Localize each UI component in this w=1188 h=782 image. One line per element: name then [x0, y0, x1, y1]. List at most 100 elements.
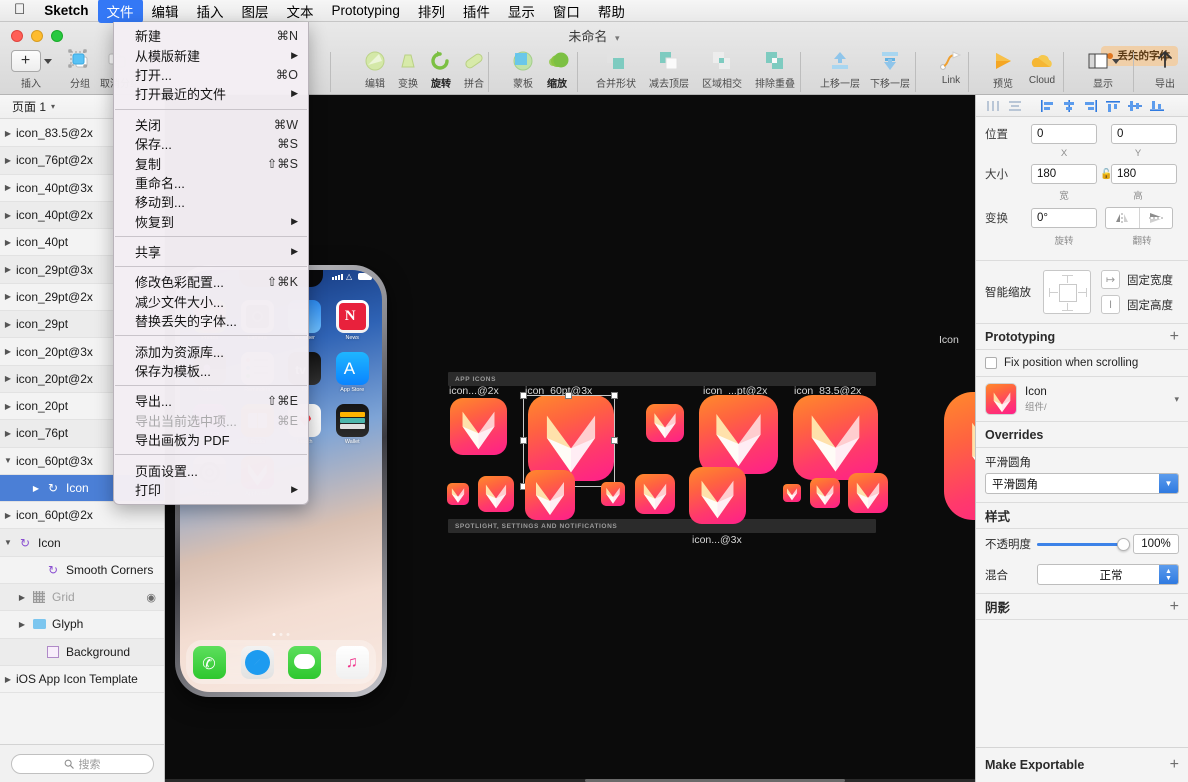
disclosure-collapsed-icon[interactable]: ▶: [0, 347, 16, 356]
lock-open-icon[interactable]: 🔓: [1100, 169, 1108, 180]
search-input[interactable]: 搜索: [11, 754, 154, 774]
menubar-item-help[interactable]: 帮助: [589, 0, 634, 23]
opacity-value[interactable]: 100%: [1133, 534, 1179, 554]
distribute-horizontal-icon[interactable]: [982, 97, 1004, 115]
override-select[interactable]: 平滑圆角 ▼: [985, 473, 1179, 494]
resizing-constraints-widget[interactable]: [1043, 270, 1091, 314]
artboard-label[interactable]: icon...@3x: [692, 534, 742, 546]
menu-item[interactable]: 恢复到▶: [114, 212, 308, 231]
menu-item[interactable]: 导出...⇧⌘E: [114, 391, 308, 410]
home-screen-app[interactable]: AApp Store: [330, 352, 374, 393]
distribute-vertical-icon[interactable]: [1004, 97, 1026, 115]
artboard-label[interactable]: icon...@2x: [449, 385, 499, 397]
menu-item[interactable]: 保存为模板...: [114, 361, 308, 380]
disclosure-collapsed-icon[interactable]: ▶: [14, 620, 30, 629]
disclosure-collapsed-icon[interactable]: ▶: [0, 374, 16, 383]
menubar-item-edit[interactable]: 编辑: [143, 0, 188, 23]
menubar-item-file[interactable]: 文件: [98, 0, 143, 23]
plus-icon[interactable]: +: [1170, 756, 1179, 774]
canvas-app-icon[interactable]: [478, 476, 514, 512]
disclosure-collapsed-icon[interactable]: ▶: [0, 183, 16, 192]
menubar-item-sketch[interactable]: Sketch: [35, 1, 97, 20]
canvas-app-icon[interactable]: [810, 478, 840, 508]
disclosure-collapsed-icon[interactable]: ▶: [0, 292, 16, 301]
menu-item[interactable]: 移动到...: [114, 192, 308, 211]
toolbar-flatten-button[interactable]: 拼合: [451, 48, 497, 90]
disclosure-collapsed-icon[interactable]: ▶: [0, 211, 16, 220]
menubar-item-insert[interactable]: 插入: [188, 0, 233, 23]
menu-item[interactable]: 重命名...: [114, 173, 308, 192]
layer-row[interactable]: ▶iOS App Icon Template: [0, 666, 164, 693]
position-x-field[interactable]: 0: [1031, 124, 1097, 144]
canvas-app-icon[interactable]: [944, 392, 975, 520]
menubar-item-plugins[interactable]: 插件: [454, 0, 499, 23]
canvas-app-icon[interactable]: [848, 473, 888, 513]
canvas-app-icon[interactable]: [689, 467, 746, 524]
toolbar-subtract-button[interactable]: 减去顶层: [639, 48, 699, 90]
slider-knob[interactable]: [1117, 538, 1130, 551]
chevron-down-icon[interactable]: ▼: [1159, 474, 1178, 493]
menu-item[interactable]: 从模版新建▶: [114, 45, 308, 64]
stepper-icon[interactable]: ▲▼: [1159, 565, 1178, 584]
align-bottom-icon[interactable]: [1146, 97, 1168, 115]
fix-width-icon[interactable]: ↦: [1101, 270, 1120, 289]
make-exportable-header[interactable]: Make Exportable +: [976, 748, 1188, 782]
menubar-item-window[interactable]: 窗口: [544, 0, 589, 23]
menubar-item-arrange[interactable]: 排列: [409, 0, 454, 23]
toolbar-intersect-button[interactable]: 区域相交: [692, 48, 752, 90]
align-left-icon[interactable]: [1036, 97, 1058, 115]
canvas-app-icon[interactable]: [447, 483, 469, 505]
selection-handle[interactable]: [565, 392, 572, 399]
disclosure-collapsed-icon[interactable]: ▶: [14, 593, 30, 602]
toolbar-export-button[interactable]: 导出: [1142, 48, 1188, 90]
menu-item[interactable]: 打开最近的文件▶: [114, 84, 308, 103]
chevron-down-icon[interactable]: ▾: [615, 33, 620, 43]
canvas-app-icon[interactable]: [699, 395, 778, 474]
position-y-field[interactable]: 0: [1111, 124, 1177, 144]
home-screen-app[interactable]: Wallet: [330, 404, 374, 445]
selection-handle[interactable]: [520, 392, 527, 399]
canvas-app-icon[interactable]: [601, 482, 625, 506]
menu-item[interactable]: 打开...⌘O: [114, 65, 308, 84]
canvas-app-icon[interactable]: [635, 474, 675, 514]
layer-row[interactable]: ▶icon_60pt@2x: [0, 502, 164, 529]
disclosure-collapsed-icon[interactable]: ▶: [0, 402, 16, 411]
menu-item[interactable]: 修改色彩配置...⇧⌘K: [114, 272, 308, 291]
align-top-icon[interactable]: [1102, 97, 1124, 115]
menubar-item-prototyping[interactable]: Prototyping: [323, 1, 409, 20]
symbol-label[interactable]: Icon: [939, 334, 959, 346]
symbol-selector-row[interactable]: Icon 组件/ ▾: [976, 377, 1188, 422]
selection-handle[interactable]: [611, 392, 618, 399]
canvas-app-icon[interactable]: [793, 395, 878, 480]
chevron-down-icon[interactable]: ▾: [51, 102, 55, 111]
flip-vertical-icon[interactable]: [1139, 208, 1172, 228]
menu-item[interactable]: 打印▶: [114, 480, 308, 499]
chevron-down-icon[interactable]: ▾: [1174, 394, 1179, 405]
canvas-app-icon[interactable]: [525, 470, 575, 520]
menu-item[interactable]: 减少文件大小...: [114, 292, 308, 311]
messages-icon[interactable]: [288, 646, 321, 679]
toolbar-group-button[interactable]: 分组: [57, 48, 103, 90]
opacity-slider[interactable]: [1037, 543, 1125, 546]
disclosure-expanded-icon[interactable]: ▼: [0, 538, 16, 547]
menu-item[interactable]: 替换丢失的字体...: [114, 311, 308, 330]
size-width-field[interactable]: 180: [1031, 164, 1097, 184]
eye-icon[interactable]: ◉: [146, 591, 156, 604]
toolbar-view-button[interactable]: 显示: [1076, 48, 1130, 90]
layer-row[interactable]: ▶Glyph: [0, 611, 164, 638]
menubar-item-layer[interactable]: 图层: [233, 0, 278, 23]
menu-item[interactable]: 关闭⌘W: [114, 115, 308, 134]
fix-height-icon[interactable]: I: [1101, 295, 1120, 314]
canvas-app-icon[interactable]: [450, 398, 507, 455]
plus-icon[interactable]: +: [1170, 328, 1179, 346]
layer-row[interactable]: ▶Background: [0, 639, 164, 666]
size-height-field[interactable]: 180: [1111, 164, 1177, 184]
menubar-item-view[interactable]: 显示: [499, 0, 544, 23]
disclosure-collapsed-icon[interactable]: ▶: [0, 429, 16, 438]
disclosure-collapsed-icon[interactable]: ▶: [0, 129, 16, 138]
apple-icon[interactable]: : [12, 2, 35, 19]
toolbar-union-button[interactable]: 合并形状: [586, 48, 646, 90]
menu-item[interactable]: 共享▶: [114, 242, 308, 261]
fix-scroll-row[interactable]: Fix position when scrolling: [976, 350, 1188, 377]
fix-scroll-checkbox[interactable]: [985, 357, 997, 369]
